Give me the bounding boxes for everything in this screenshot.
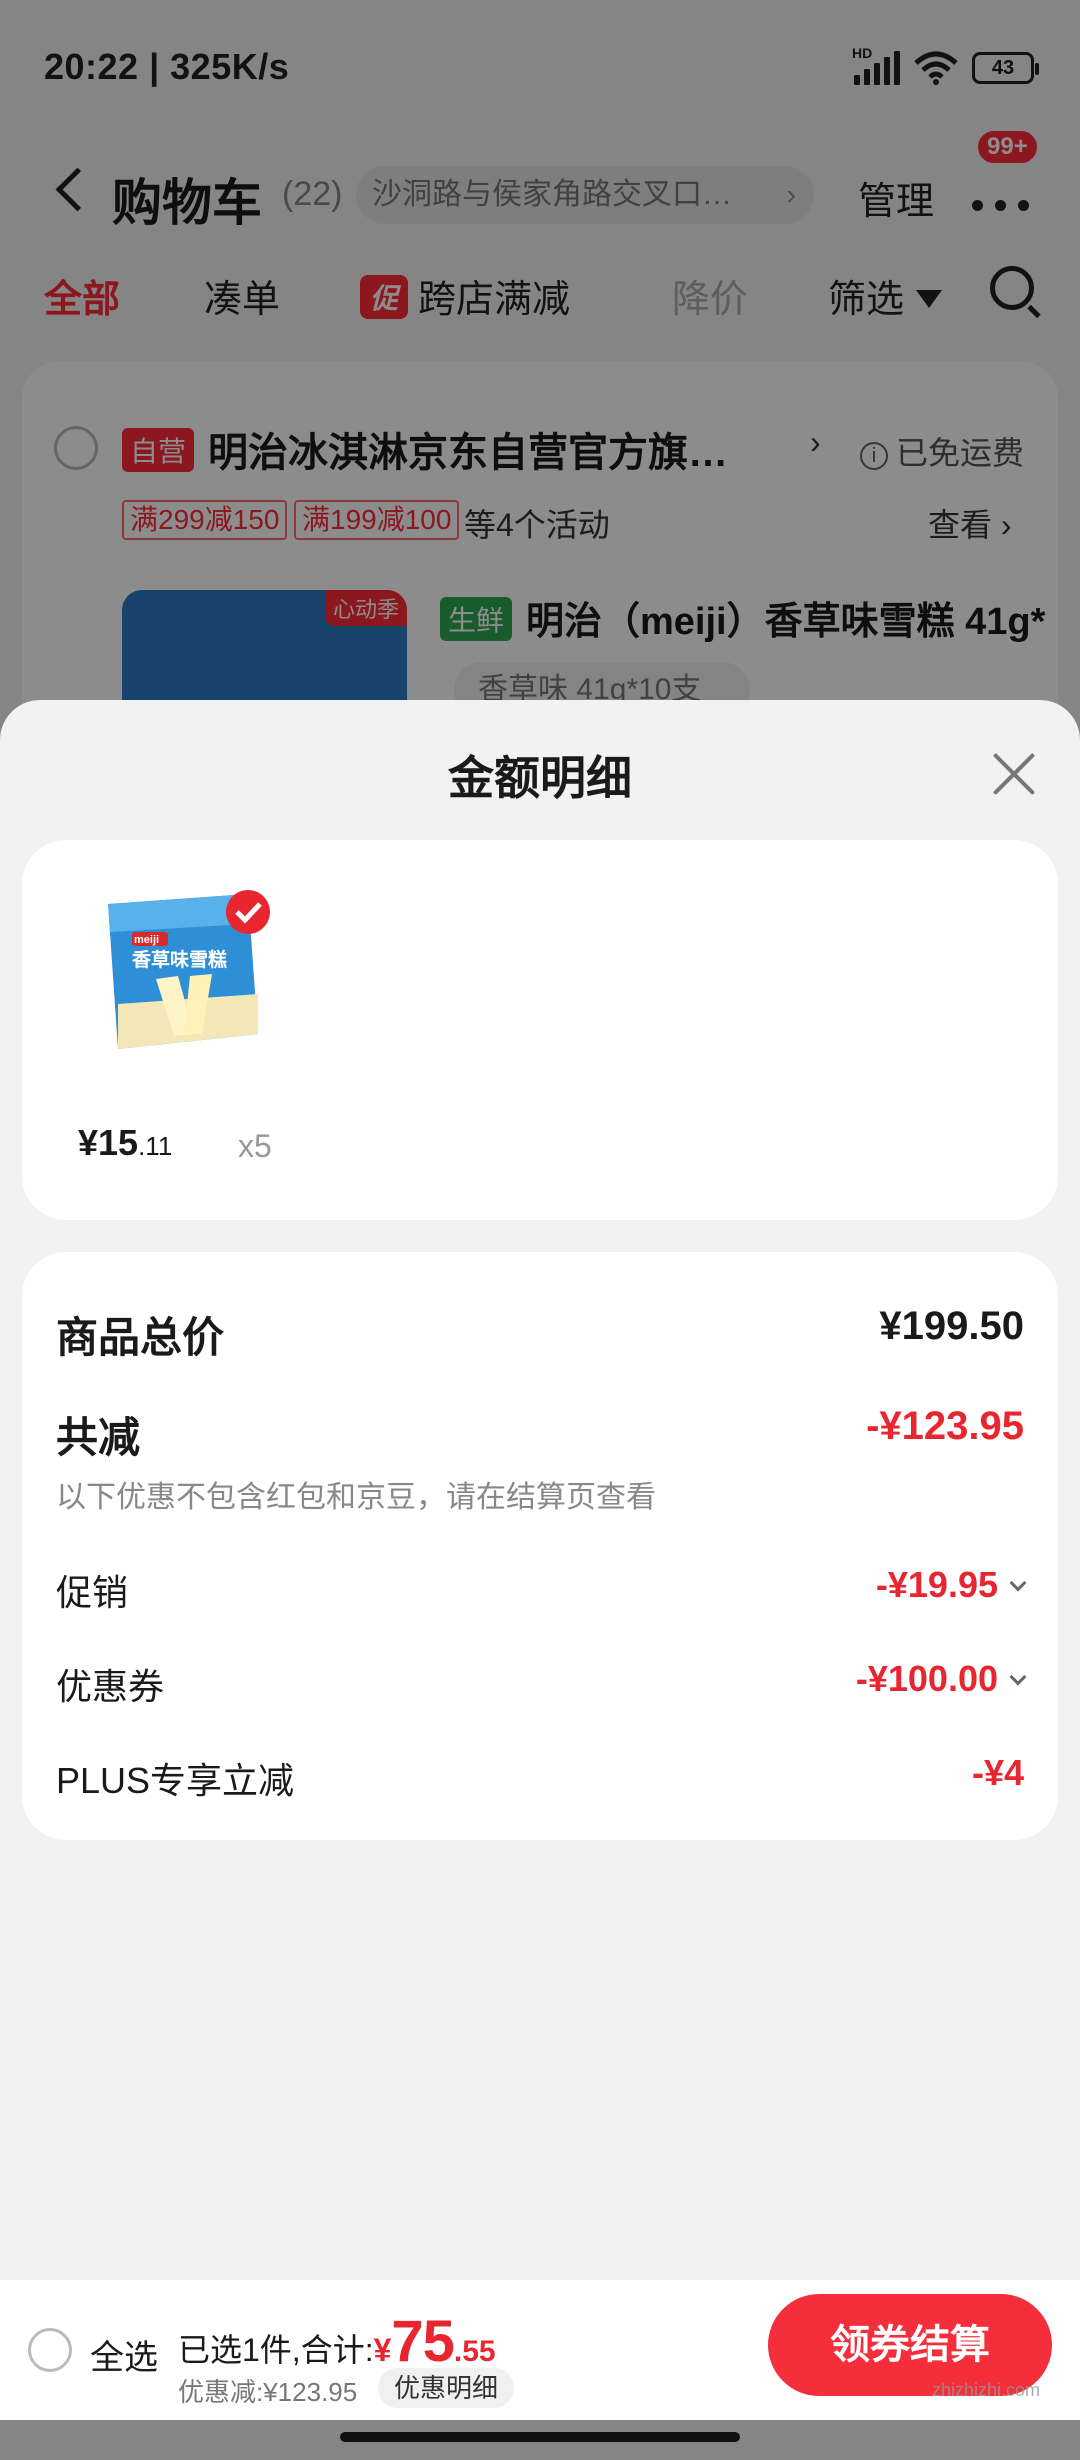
box-product-name: 香草味雪糕 — [131, 948, 227, 971]
promotion-label: 促销 — [56, 1572, 129, 1613]
product-image[interactable]: meiji 香草味雪糕 — [98, 884, 282, 1064]
chevron-down-icon — [1009, 1574, 1027, 1592]
promotion-row-toggle[interactable]: -¥19.95 — [875, 1564, 1027, 1606]
total-price-label: 商品总价 — [56, 1314, 225, 1361]
total-amount-int: 75 — [391, 2309, 455, 2374]
brand-logo-text: meiji — [134, 934, 159, 946]
selected-items-card: meiji 香草味雪糕 ¥15.11 x5 — [22, 840, 1058, 1220]
home-indicator[interactable] — [340, 2432, 740, 2442]
total-yen-symbol: ¥ — [373, 2332, 392, 2368]
summary-prefix: 已选1件,合计: — [178, 2332, 374, 2368]
plus-discount-value: -¥4 — [971, 1752, 1024, 1793]
plus-discount-label: PLUS专享立减 — [56, 1760, 295, 1801]
watermark: zhizhizhi.com — [932, 2380, 1041, 2400]
discount-note: 以下优惠不包含红包和京豆，请在结算页查看 — [56, 1481, 656, 1514]
amount-detail-sheet: 金额明细 meiji 香草味雪糕 ¥15.11 x5 商品总价 ¥199.50 … — [0, 700, 1080, 2280]
select-all-checkbox[interactable] — [28, 2328, 72, 2372]
total-price-value: ¥199.50 — [879, 1304, 1024, 1348]
total-reduction-label: 共减 — [56, 1414, 141, 1461]
item-price-dec: .11 — [138, 1131, 173, 1161]
promotion-value: -¥19.95 — [875, 1564, 998, 1605]
total-amount-dec: .55 — [453, 2335, 496, 2368]
coupon-value: -¥100.00 — [855, 1658, 998, 1699]
select-all-label[interactable]: 全选 — [90, 2330, 158, 2379]
discount-detail-button[interactable]: 优惠明细 — [378, 2368, 515, 2408]
total-reduction-value: -¥123.95 — [866, 1404, 1024, 1448]
discount-summary: 优惠减:¥123.95 — [178, 2377, 358, 2407]
close-icon[interactable] — [986, 746, 1042, 802]
chevron-down-icon — [1009, 1668, 1027, 1686]
item-quantity: x5 — [238, 1128, 272, 1164]
checkout-bar: 全选 已选1件,合计:¥75.55 优惠减:¥123.95 优惠明细 领券结算 — [0, 2280, 1080, 2420]
coupon-label: 优惠券 — [56, 1666, 165, 1707]
total-summary: 已选1件,合计:¥75.55 — [178, 2308, 496, 2375]
sheet-title: 金额明细 — [448, 752, 632, 804]
item-price-int: ¥15 — [78, 1122, 139, 1163]
price-breakdown-card: 商品总价 ¥199.50 共减 -¥123.95 以下优惠不包含红包和京豆，请在… — [22, 1252, 1058, 1840]
item-price: ¥15.11 — [78, 1122, 172, 1164]
coupon-row-toggle[interactable]: -¥100.00 — [855, 1658, 1027, 1700]
